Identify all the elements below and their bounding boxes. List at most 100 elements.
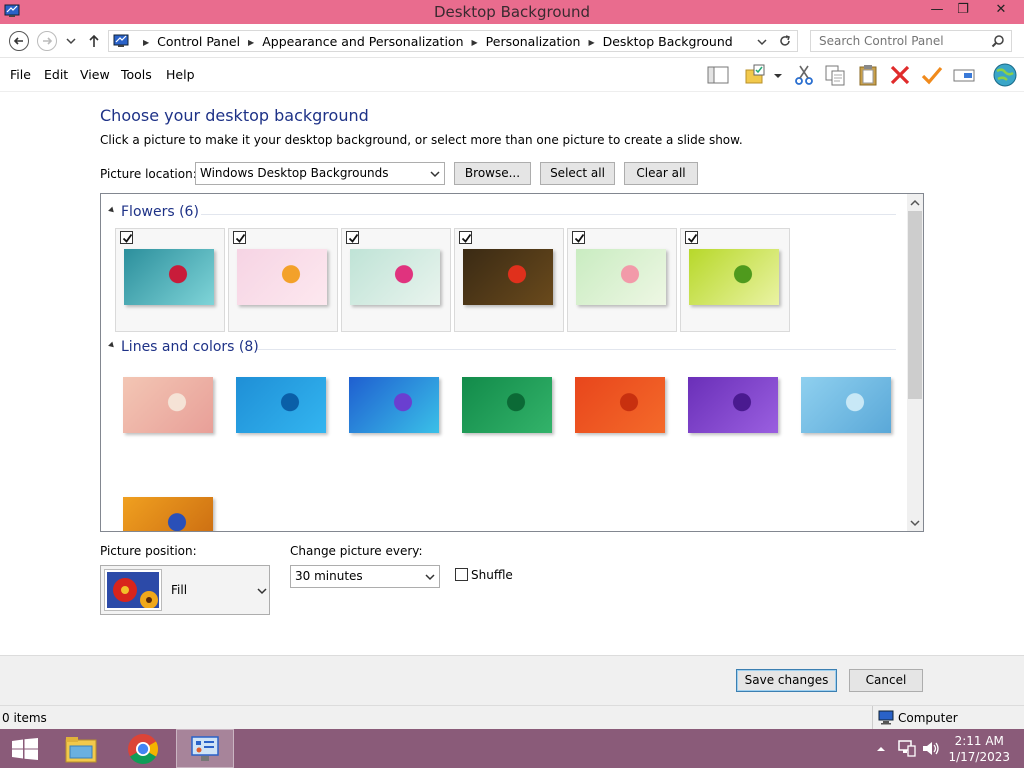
wallpaper-checkbox[interactable] xyxy=(233,231,246,244)
wallpaper-tile[interactable] xyxy=(793,357,903,461)
checkmark-icon xyxy=(574,233,585,243)
wallpaper-tile[interactable] xyxy=(567,228,677,332)
delete-icon[interactable] xyxy=(888,63,912,87)
change-picture-interval-select[interactable]: 30 minutes xyxy=(290,565,440,588)
breadcrumb-separator-icon[interactable]: ▶ xyxy=(588,38,594,47)
close-button[interactable]: ✕ xyxy=(984,0,1018,22)
layout-pane-icon[interactable] xyxy=(706,63,730,87)
collapse-triangle-icon[interactable] xyxy=(108,206,116,215)
volume-icon[interactable] xyxy=(922,740,940,757)
wallpaper-checkbox[interactable] xyxy=(120,231,133,244)
wallpaper-tile[interactable] xyxy=(680,228,790,332)
picture-location-label: Picture location: xyxy=(100,167,197,181)
menu-tools[interactable]: Tools xyxy=(121,67,152,82)
wallpaper-tile[interactable] xyxy=(115,477,225,531)
address-box[interactable]: ▶ Control Panel ▶ Appearance and Personaliz… xyxy=(108,30,798,52)
recent-locations-chevron-icon[interactable] xyxy=(66,37,76,45)
page-title: Choose your desktop background xyxy=(100,106,369,125)
wallpaper-thumbnail xyxy=(689,249,779,305)
cancel-button[interactable]: Cancel xyxy=(849,669,923,692)
location-text: Computer xyxy=(898,711,958,725)
wallpaper-checkbox[interactable] xyxy=(346,231,359,244)
wallpaper-tile[interactable] xyxy=(228,357,338,461)
checkmark-icon[interactable] xyxy=(920,63,944,87)
breadcrumb-separator-icon[interactable]: ▶ xyxy=(472,38,478,47)
picture-position-value: Fill xyxy=(171,583,188,597)
wallpaper-checkbox[interactable] xyxy=(572,231,585,244)
group-header-flowers[interactable]: Flowers (6) xyxy=(108,204,199,220)
flower-preview-thumbnail xyxy=(107,572,159,609)
position-preview-image xyxy=(104,569,162,611)
chrome-icon xyxy=(128,734,159,765)
wallpaper-tile[interactable] xyxy=(454,228,564,332)
window-title: Desktop Background xyxy=(433,3,591,21)
cut-icon[interactable] xyxy=(792,63,816,87)
folder-properties-dropdown-icon[interactable] xyxy=(772,63,784,87)
menu-help[interactable]: Help xyxy=(166,67,195,82)
checkmark-icon xyxy=(235,233,246,243)
group-header-lines-and-colors[interactable]: Lines and colors (8) xyxy=(108,339,259,355)
collapse-triangle-icon[interactable] xyxy=(108,341,116,350)
shuffle-checkbox-box[interactable] xyxy=(455,568,468,581)
menu-view[interactable]: View xyxy=(80,67,110,82)
search-input[interactable] xyxy=(817,32,987,50)
save-changes-button[interactable]: Save changes xyxy=(736,669,837,692)
chevron-down-icon xyxy=(425,574,435,581)
restore-button[interactable]: ❐ xyxy=(948,0,978,22)
refresh-icon[interactable] xyxy=(778,34,792,48)
menu-file[interactable]: File xyxy=(10,67,31,82)
scrollbar-thumb[interactable] xyxy=(908,211,922,399)
scroll-up-icon[interactable] xyxy=(910,198,920,208)
item-count: 0 items xyxy=(2,711,47,725)
wallpaper-checkbox[interactable] xyxy=(685,231,698,244)
address-dropdown-chevron-icon[interactable] xyxy=(757,38,767,46)
taskbar-file-explorer[interactable] xyxy=(52,729,110,768)
search-box[interactable] xyxy=(810,30,1012,52)
globe-icon[interactable] xyxy=(992,62,1018,88)
wallpaper-checkbox[interactable] xyxy=(459,231,472,244)
wallpaper-tile[interactable] xyxy=(341,228,451,332)
gallery-scrollbar[interactable] xyxy=(907,194,923,531)
menu-edit[interactable]: Edit xyxy=(44,67,68,82)
search-icon[interactable] xyxy=(991,34,1005,48)
title-bar: Desktop Background — ❐ ✕ xyxy=(0,0,1024,24)
select-all-button[interactable]: Select all xyxy=(540,162,615,185)
taskbar-chrome[interactable] xyxy=(114,729,172,768)
taskbar-control-panel[interactable] xyxy=(176,729,234,768)
breadcrumb-separator-icon[interactable]: ▶ xyxy=(143,38,149,47)
breadcrumb-control-panel[interactable]: Control Panel xyxy=(157,34,240,49)
breadcrumb-desktop-background[interactable]: Desktop Background xyxy=(603,34,733,49)
scroll-down-icon[interactable] xyxy=(910,518,920,528)
wallpaper-tile[interactable] xyxy=(567,357,677,461)
forward-button[interactable] xyxy=(37,31,57,51)
breadcrumb-personalization[interactable]: Personalization xyxy=(486,34,581,49)
shuffle-checkbox[interactable]: Shuffle xyxy=(455,568,513,582)
breadcrumb-separator-icon[interactable]: ▶ xyxy=(248,38,254,47)
breadcrumb-appearance[interactable]: Appearance and Personalization xyxy=(262,34,463,49)
wallpaper-tile[interactable] xyxy=(341,357,451,461)
rename-icon[interactable] xyxy=(952,63,976,87)
wallpaper-thumbnail xyxy=(462,377,552,433)
folder-properties-icon[interactable] xyxy=(744,63,768,87)
network-icon[interactable] xyxy=(898,740,916,757)
picture-position-select[interactable]: Fill xyxy=(100,565,270,615)
address-bar: ▶ Control Panel ▶ Appearance and Personaliz… xyxy=(0,24,1024,58)
wallpaper-tile[interactable] xyxy=(228,228,338,332)
wallpaper-tile[interactable] xyxy=(115,357,225,461)
picture-location-select[interactable]: Windows Desktop Backgrounds xyxy=(195,162,445,185)
back-button[interactable] xyxy=(9,31,29,51)
copy-icon[interactable] xyxy=(823,63,847,87)
show-hidden-icons-icon[interactable] xyxy=(876,745,886,753)
wallpaper-tile[interactable] xyxy=(454,357,564,461)
wallpaper-tile[interactable] xyxy=(680,357,790,461)
start-button[interactable] xyxy=(0,729,50,768)
wallpaper-tile[interactable] xyxy=(115,228,225,332)
change-picture-label: Change picture every: xyxy=(290,544,423,558)
clear-all-button[interactable]: Clear all xyxy=(624,162,698,185)
browse-button[interactable]: Browse... xyxy=(454,162,531,185)
system-clock[interactable]: 2:11 AM 1/17/2023 xyxy=(948,733,1010,765)
status-divider xyxy=(872,706,873,729)
picture-gallery[interactable]: Flowers (6) Lines and colors (8) xyxy=(100,193,924,532)
paste-icon[interactable] xyxy=(856,63,880,87)
up-arrow-icon[interactable] xyxy=(87,33,101,49)
